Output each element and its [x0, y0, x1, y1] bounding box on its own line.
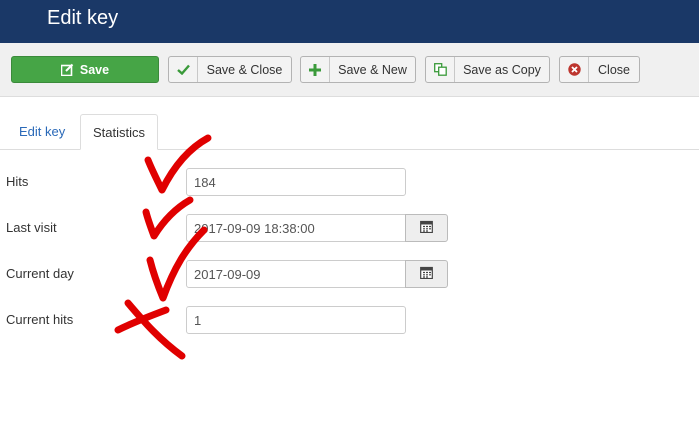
- current-hits-label: Current hits: [6, 312, 74, 327]
- page-title: Edit key: [47, 7, 119, 29]
- save-label: Save: [79, 62, 110, 77]
- save-new-label: Save & New: [338, 62, 407, 77]
- handwritten-cross: [124, 299, 186, 360]
- close-label: Close: [598, 62, 630, 77]
- handwritten-checkmark: [142, 196, 194, 240]
- plus-icon: [301, 57, 330, 82]
- last-visit-field[interactable]: 2017-09-09 18:38:00: [186, 214, 406, 242]
- save-close-label: Save & Close: [206, 62, 283, 77]
- save-button[interactable]: Save: [11, 56, 159, 83]
- app-header: Edit key: [0, 0, 699, 43]
- last-visit-label: Last visit: [6, 220, 57, 235]
- tab-statistics[interactable]: Statistics: [80, 114, 158, 150]
- save-copy-button[interactable]: Save as Copy: [425, 56, 550, 83]
- toolbar: Save Save & Close Save & New Save as Cop…: [0, 43, 699, 97]
- save-close-button[interactable]: Save & Close: [168, 56, 292, 83]
- last-visit-calendar-button[interactable]: [405, 214, 448, 242]
- calendar-icon: [420, 220, 433, 236]
- save-new-button[interactable]: Save & New: [300, 56, 416, 83]
- calendar-icon: [420, 266, 433, 282]
- handwritten-cross: [114, 306, 170, 334]
- copy-icon: [426, 57, 455, 82]
- save-copy-label: Save as Copy: [463, 62, 541, 77]
- current-day-field[interactable]: 2017-09-09: [186, 260, 406, 288]
- hits-label: Hits: [6, 174, 29, 189]
- check-icon: [169, 57, 198, 82]
- current-hits-field[interactable]: 1: [186, 306, 406, 334]
- tab-edit-key[interactable]: Edit key: [7, 114, 77, 150]
- close-button[interactable]: Close: [559, 56, 640, 83]
- current-day-label: Current day: [6, 266, 74, 281]
- current-day-calendar-button[interactable]: [405, 260, 448, 288]
- edit-icon: [60, 57, 74, 82]
- hits-field[interactable]: 184: [186, 168, 406, 196]
- tab-bar: Edit key Statistics: [0, 114, 699, 150]
- close-circle-icon: [560, 57, 589, 82]
